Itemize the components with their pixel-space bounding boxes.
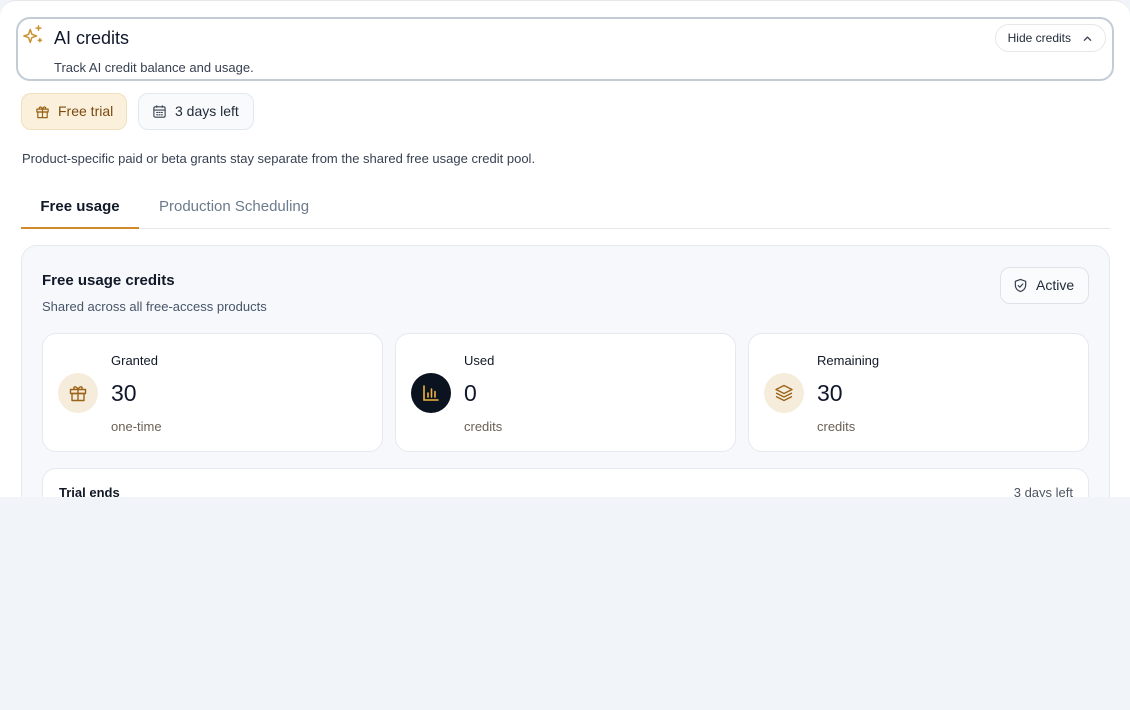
days-left-badge: 3 days left [138,93,254,130]
stat-unit: one-time [111,419,162,434]
card-subtitle: Shared across all free-access products [42,299,267,314]
gift-icon [69,386,87,402]
ai-credits-panel: AI credits Track AI credit balance and u… [0,0,1130,497]
trial-ends-row: Trial ends 3 days left [42,468,1089,497]
stat-label: Used [464,353,495,368]
trial-ends-label: Trial ends [59,485,120,497]
stat-label: Granted [111,353,158,368]
credits-header: AI credits Track AI credit balance and u… [16,17,1114,81]
free-trial-label: Free trial [58,103,114,119]
stat-icon-wrap [58,373,98,413]
stat-unit: credits [464,419,503,434]
layers-icon [775,384,793,402]
bar-chart-icon [423,385,439,401]
page-subtitle: Track AI credit balance and usage. [54,60,254,75]
page-title: AI credits [54,28,130,48]
free-trial-badge: Free trial [21,93,127,130]
stat-icon-wrap [764,373,804,413]
tab-free-usage[interactable]: Free usage [21,189,139,229]
free-usage-card: Free usage credits Shared across all fre… [21,245,1110,497]
status-label: Active [1036,277,1075,293]
hide-credits-label: Hide credits [1007,31,1071,45]
tab-production-scheduling[interactable]: Production Scheduling [159,189,319,229]
stat-value: 0 [464,380,477,406]
trial-ends-value: 3 days left [1013,485,1073,497]
gift-icon [36,106,49,119]
stat-label: Remaining [817,353,880,368]
stat-value: 30 [817,380,843,406]
status-badge: Active [1000,267,1089,304]
days-left-label: 3 days left [175,103,239,119]
chevron-up-icon [1083,36,1092,41]
card-title: Free usage credits [42,272,175,289]
stat-used: Used 0 credits [395,333,736,452]
sparkles-icon [23,25,43,44]
stat-unit: credits [817,419,856,434]
stat-remaining: Remaining 30 credits [748,333,1089,452]
hide-credits-button[interactable]: Hide credits [994,24,1106,52]
credits-description: Product-specific paid or beta grants sta… [22,151,536,166]
stat-value: 30 [111,380,137,406]
stat-icon-wrap [411,373,451,413]
credit-tabs: Free usage Production Scheduling [21,189,1110,229]
calendar-icon [153,105,166,118]
stat-granted: Granted 30 one-time [42,333,383,452]
shield-check-icon [1014,278,1027,293]
